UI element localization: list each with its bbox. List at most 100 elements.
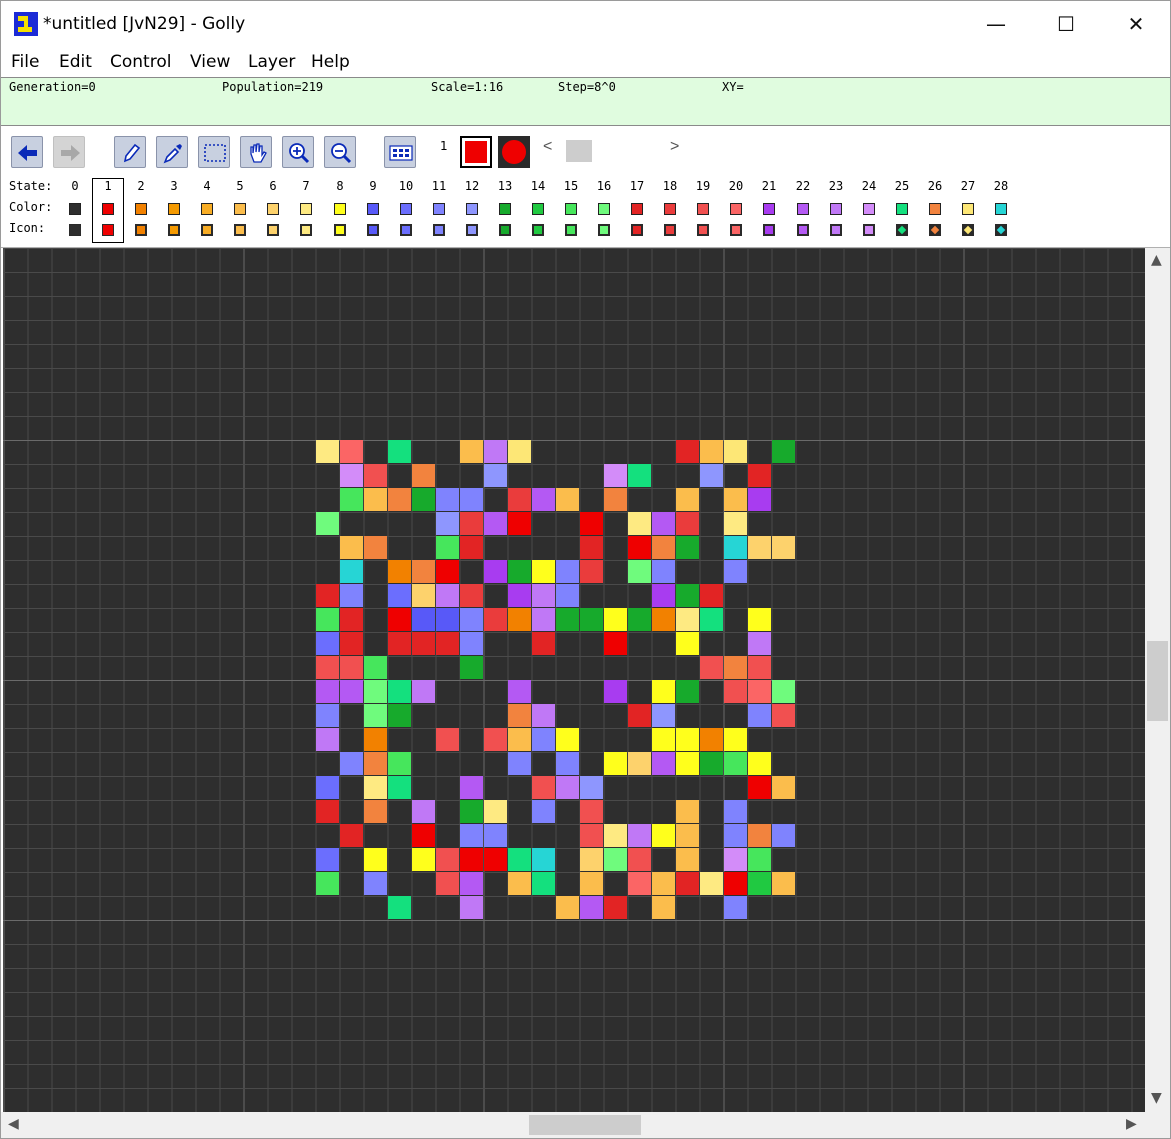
- live-cell[interactable]: [580, 824, 603, 847]
- back-button[interactable]: [11, 136, 43, 168]
- vertical-scrollbar[interactable]: ▲ ▼: [1145, 248, 1170, 1112]
- live-cell[interactable]: [604, 848, 627, 871]
- state-color-swatch-12[interactable]: [466, 203, 478, 215]
- state-number-16[interactable]: 16: [592, 179, 616, 193]
- slider-left-arrow[interactable]: <: [543, 138, 552, 156]
- live-cell[interactable]: [652, 752, 675, 775]
- state-color-swatch-7[interactable]: [300, 203, 312, 215]
- live-cell[interactable]: [532, 488, 555, 511]
- state-number-14[interactable]: 14: [526, 179, 550, 193]
- live-cell[interactable]: [340, 824, 363, 847]
- state-color-swatch-19[interactable]: [697, 203, 709, 215]
- live-cell[interactable]: [364, 752, 387, 775]
- state-number-23[interactable]: 23: [824, 179, 848, 193]
- live-cell[interactable]: [508, 848, 531, 871]
- live-cell[interactable]: [436, 560, 459, 583]
- live-cell[interactable]: [532, 704, 555, 727]
- live-cell[interactable]: [316, 656, 339, 679]
- state-number-28[interactable]: 28: [989, 179, 1013, 193]
- live-cell[interactable]: [652, 584, 675, 607]
- live-cell[interactable]: [580, 608, 603, 631]
- state-number-5[interactable]: 5: [228, 179, 252, 193]
- state-color-swatch-9[interactable]: [367, 203, 379, 215]
- live-cell[interactable]: [508, 680, 531, 703]
- live-cell[interactable]: [628, 464, 651, 487]
- live-cell[interactable]: [652, 872, 675, 895]
- state-icon-diamond-25[interactable]: [896, 224, 908, 236]
- live-cell[interactable]: [388, 584, 411, 607]
- live-cell[interactable]: [556, 752, 579, 775]
- live-cell[interactable]: [316, 776, 339, 799]
- state-color-swatch-8[interactable]: [334, 203, 346, 215]
- live-cell[interactable]: [460, 608, 483, 631]
- live-cell[interactable]: [700, 440, 723, 463]
- live-cell[interactable]: [532, 848, 555, 871]
- live-cell[interactable]: [748, 680, 771, 703]
- live-cell[interactable]: [364, 680, 387, 703]
- state-number-1[interactable]: 1: [96, 179, 120, 193]
- live-cell[interactable]: [316, 512, 339, 535]
- live-cell[interactable]: [460, 800, 483, 823]
- live-cell[interactable]: [340, 752, 363, 775]
- state-icon-right-arrow-17[interactable]: [631, 224, 643, 236]
- live-cell[interactable]: [724, 536, 747, 559]
- state-number-10[interactable]: 10: [394, 179, 418, 193]
- live-cell[interactable]: [580, 536, 603, 559]
- live-cell[interactable]: [556, 488, 579, 511]
- live-cell[interactable]: [412, 608, 435, 631]
- live-cell[interactable]: [460, 848, 483, 871]
- live-cell[interactable]: [580, 776, 603, 799]
- live-cell[interactable]: [412, 584, 435, 607]
- live-cell[interactable]: [676, 824, 699, 847]
- live-cell[interactable]: [700, 584, 723, 607]
- live-cell[interactable]: [604, 488, 627, 511]
- live-cell[interactable]: [700, 728, 723, 751]
- live-cell[interactable]: [460, 632, 483, 655]
- state-icon-cross-5[interactable]: [234, 224, 246, 236]
- live-cell[interactable]: [556, 608, 579, 631]
- live-cell[interactable]: [436, 608, 459, 631]
- live-cell[interactable]: [412, 488, 435, 511]
- live-cell[interactable]: [724, 824, 747, 847]
- live-cell[interactable]: [724, 656, 747, 679]
- state-color-swatch-20[interactable]: [730, 203, 742, 215]
- state-color-swatch-5[interactable]: [234, 203, 246, 215]
- live-cell[interactable]: [340, 584, 363, 607]
- live-cell[interactable]: [364, 728, 387, 751]
- state-color-swatch-10[interactable]: [400, 203, 412, 215]
- live-cell[interactable]: [532, 632, 555, 655]
- state-color-swatch-6[interactable]: [267, 203, 279, 215]
- state-color-swatch-14[interactable]: [532, 203, 544, 215]
- state-color-swatch-3[interactable]: [168, 203, 180, 215]
- live-cell[interactable]: [724, 800, 747, 823]
- live-cell[interactable]: [700, 656, 723, 679]
- state-number-24[interactable]: 24: [857, 179, 881, 193]
- live-cell[interactable]: [436, 488, 459, 511]
- state-color-swatch-1[interactable]: [102, 203, 114, 215]
- state-color-swatch-11[interactable]: [433, 203, 445, 215]
- live-cell[interactable]: [364, 872, 387, 895]
- live-cell[interactable]: [652, 728, 675, 751]
- horizontal-scroll-thumb[interactable]: [529, 1115, 641, 1135]
- state-icon-left-arrow-19[interactable]: [697, 224, 709, 236]
- universe-viewport[interactable]: [3, 248, 1145, 1112]
- state-color-swatch-23[interactable]: [830, 203, 842, 215]
- live-cell[interactable]: [748, 752, 771, 775]
- live-cell[interactable]: [676, 584, 699, 607]
- state-icon-left-arrow-11[interactable]: [433, 224, 445, 236]
- state-color-swatch-13[interactable]: [499, 203, 511, 215]
- live-cell[interactable]: [340, 536, 363, 559]
- state-icon-left-arrow-15[interactable]: [565, 224, 577, 236]
- live-cell[interactable]: [316, 704, 339, 727]
- state-icon-right-arrow-13[interactable]: [499, 224, 511, 236]
- state-icon-right-arrow-21[interactable]: [763, 224, 775, 236]
- live-cell[interactable]: [460, 584, 483, 607]
- live-cell[interactable]: [748, 824, 771, 847]
- live-cell[interactable]: [676, 680, 699, 703]
- state-icon-cross-3[interactable]: [168, 224, 180, 236]
- live-cell[interactable]: [772, 872, 795, 895]
- state-color-swatch-27[interactable]: [962, 203, 974, 215]
- live-cell[interactable]: [724, 752, 747, 775]
- live-cell[interactable]: [748, 464, 771, 487]
- live-cell[interactable]: [364, 488, 387, 511]
